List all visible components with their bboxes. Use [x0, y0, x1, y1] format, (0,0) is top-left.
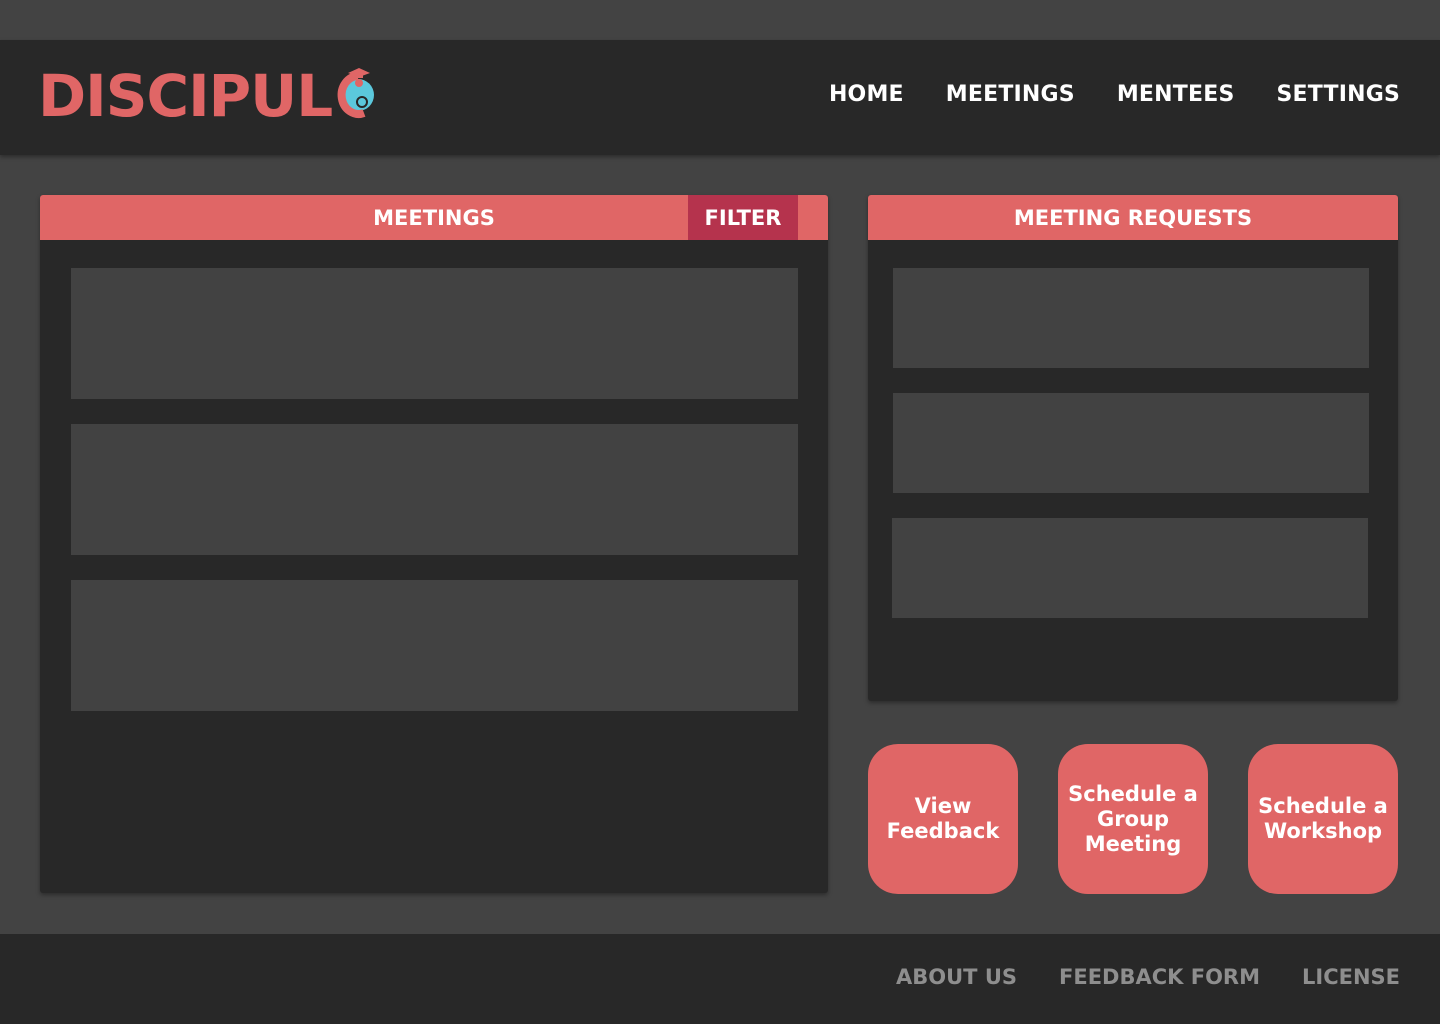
nav-mentees[interactable]: MENTEES	[1117, 82, 1235, 107]
logo-text: DISCIPUL	[38, 62, 333, 130]
meetings-panel-title: MEETINGS	[373, 205, 495, 230]
filter-button[interactable]: FILTER	[688, 195, 798, 240]
footer-license-link[interactable]: LICENSE	[1302, 965, 1400, 989]
request-card[interactable]	[893, 393, 1369, 493]
meeting-requests-panel-header: MEETING REQUESTS	[868, 195, 1398, 240]
nav-settings[interactable]: SETTINGS	[1277, 82, 1401, 107]
meeting-requests-panel-title: MEETING REQUESTS	[1013, 205, 1253, 230]
schedule-group-meeting-label: Schedule a Group Meeting	[1068, 781, 1198, 856]
meeting-card[interactable]	[71, 580, 798, 711]
view-feedback-label: View Feedback	[886, 794, 1000, 843]
footer-about-us-link[interactable]: ABOUT US	[896, 965, 1017, 989]
meetings-panel-header: MEETINGS FILTER	[40, 195, 828, 240]
meetings-panel: MEETINGS FILTER	[40, 195, 828, 893]
meeting-requests-panel: MEETING REQUESTS	[868, 195, 1398, 701]
schedule-workshop-label: Schedule a Workshop	[1258, 794, 1388, 843]
main-nav: HOME MEETINGS MENTEES SETTINGS	[829, 82, 1400, 107]
logo[interactable]: DISCIPUL	[38, 66, 384, 126]
request-card[interactable]	[893, 268, 1369, 368]
meeting-card[interactable]	[71, 424, 798, 555]
meeting-card[interactable]	[71, 268, 798, 399]
graduate-o-icon	[334, 62, 384, 126]
request-card[interactable]	[892, 518, 1368, 618]
site-footer: ABOUT US FEEDBACK FORM LICENSE	[0, 934, 1440, 1024]
nav-home[interactable]: HOME	[829, 82, 904, 107]
schedule-workshop-button[interactable]: Schedule a Workshop	[1248, 744, 1398, 894]
footer-feedback-form-link[interactable]: FEEDBACK FORM	[1059, 965, 1260, 989]
site-header: DISCIPUL HOME MEETINGS MENTEES SETTINGS	[0, 40, 1440, 155]
view-feedback-button[interactable]: View Feedback	[868, 744, 1018, 894]
nav-meetings[interactable]: MEETINGS	[946, 82, 1075, 107]
schedule-group-meeting-button[interactable]: Schedule a Group Meeting	[1058, 744, 1208, 894]
footer-nav: ABOUT US FEEDBACK FORM LICENSE	[896, 965, 1400, 989]
